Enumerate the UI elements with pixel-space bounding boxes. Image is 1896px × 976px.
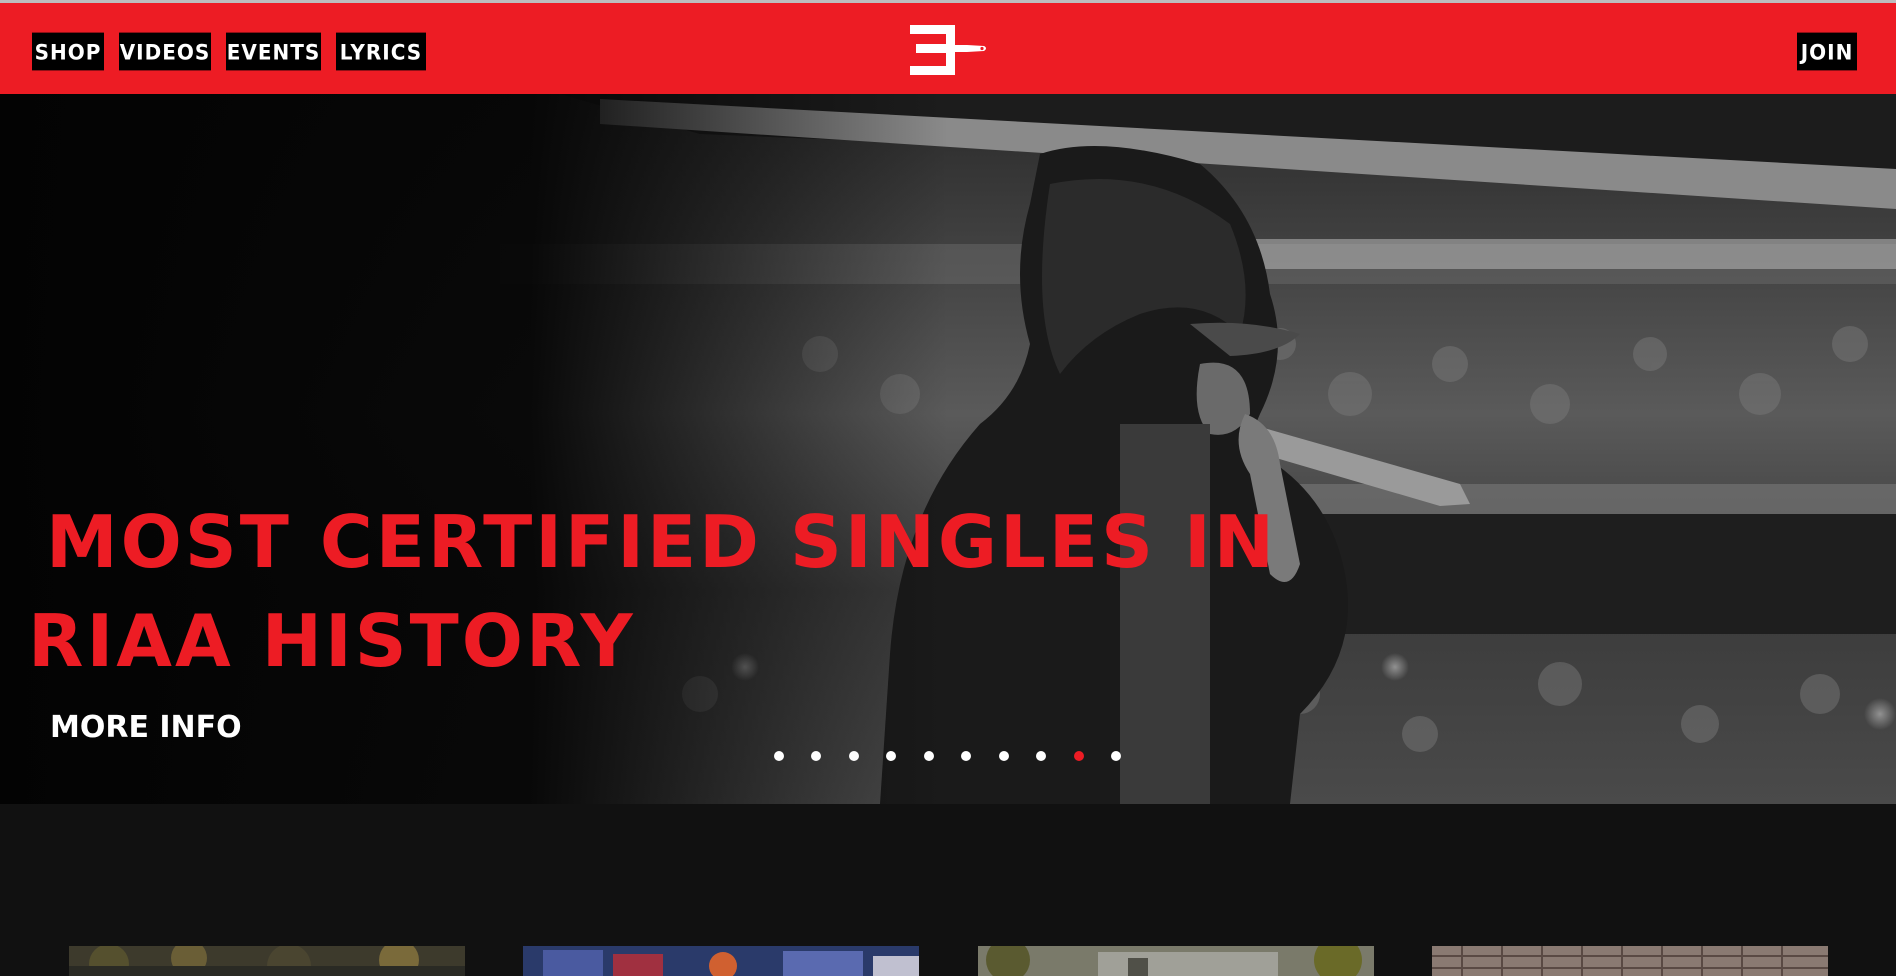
nav-videos[interactable]: VIDEOS <box>119 32 211 71</box>
carousel-dot[interactable] <box>1036 751 1046 761</box>
carousel-dot[interactable] <box>811 751 821 761</box>
carousel-dot[interactable] <box>886 751 896 761</box>
thumbnail-card[interactable] <box>978 946 1374 976</box>
thumbnail-card[interactable] <box>523 946 919 976</box>
join-button[interactable]: JOIN <box>1797 32 1857 71</box>
hero-headline-line1: MOST CERTIFIED SINGLES IN <box>46 500 1278 584</box>
carousel-dot[interactable] <box>849 751 859 761</box>
hero-carousel: MOST CERTIFIED SINGLES IN RIAA HISTORY M… <box>0 94 1896 804</box>
nav-events[interactable]: EVENTS <box>226 32 321 71</box>
carousel-dot-active[interactable] <box>1074 751 1084 761</box>
thumbnail-card[interactable] <box>69 946 465 976</box>
carousel-dot[interactable] <box>961 751 971 761</box>
more-info-link[interactable]: MORE INFO <box>50 710 242 745</box>
trees-building-photo <box>978 946 1374 976</box>
colorful-graffiti-photo <box>523 946 919 976</box>
carousel-dot[interactable] <box>1111 751 1121 761</box>
hero-performer-image <box>0 94 1896 804</box>
carousel-dot[interactable] <box>999 751 1009 761</box>
carousel-dot[interactable] <box>774 751 784 761</box>
trees-photo <box>69 946 465 976</box>
nav-shop[interactable]: SHOP <box>32 32 104 71</box>
hero-headline-line2: RIAA HISTORY <box>28 599 636 683</box>
site-header: SHOP VIDEOS EVENTS LYRICS JOIN <box>0 3 1896 94</box>
eminem-knife-logo-icon[interactable] <box>906 23 988 77</box>
building-facade-photo <box>1432 946 1828 976</box>
carousel-dot[interactable] <box>924 751 934 761</box>
thumbnail-card[interactable] <box>1432 946 1828 976</box>
nav-lyrics[interactable]: LYRICS <box>336 32 426 71</box>
